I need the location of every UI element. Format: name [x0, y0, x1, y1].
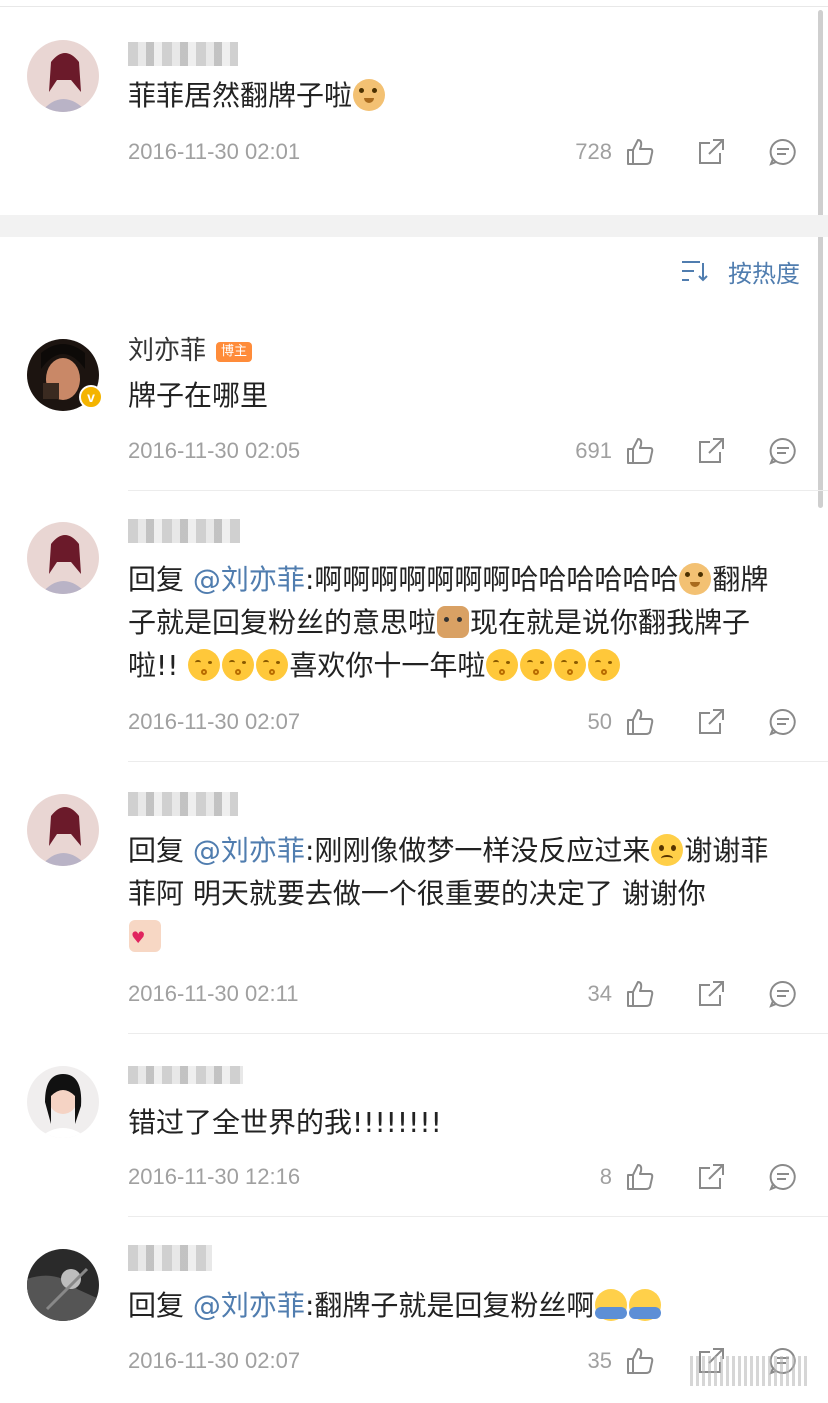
hug-emoji-icon: [629, 1289, 662, 1321]
avatar[interactable]: [27, 794, 99, 866]
comment-text: 菲菲居然翻牌子啦: [128, 74, 793, 117]
reply-time: 2016-11-30 02:07: [128, 1348, 301, 1373]
share-icon[interactable]: [696, 137, 726, 167]
thumbs-up-icon[interactable]: [625, 1346, 655, 1376]
reply-time: 2016-11-30 02:11: [128, 981, 299, 1006]
reply-text: 回复 @刘亦菲:翻牌子就是回复粉丝啊: [128, 1284, 793, 1327]
cat-emoji-icon: [437, 606, 470, 638]
scrollbar[interactable]: [818, 10, 823, 508]
comment-text-content: 菲菲居然翻牌子啦: [128, 79, 353, 112]
hug-emoji-icon: [595, 1289, 628, 1321]
reply-text: 错过了全世界的我!!!!!!!!: [128, 1106, 442, 1139]
sort-label: 按热度: [728, 259, 800, 288]
mention-link[interactable]: @刘亦菲: [193, 1289, 305, 1322]
doge-emoji-icon: [679, 563, 712, 595]
like-count: 691: [575, 438, 612, 463]
kiss-emoji-icon: [486, 649, 519, 681]
divider: [128, 490, 828, 491]
divider: [128, 1216, 828, 1217]
reply-time: 2016-11-30 12:16: [128, 1164, 301, 1189]
comment-icon[interactable]: [768, 979, 798, 1009]
thumbs-up-icon[interactable]: [625, 707, 655, 737]
thumbs-up-icon[interactable]: [625, 137, 655, 167]
username-blurred[interactable]: [128, 1066, 243, 1084]
author-tag: 博主: [216, 342, 253, 362]
username-blurred[interactable]: [128, 1245, 212, 1271]
reply-prefix: 回复: [128, 563, 185, 596]
kiss-emoji-icon: [222, 649, 255, 681]
reply-time: 2016-11-30 02:07: [128, 709, 301, 734]
verified-badge-icon: [79, 385, 103, 409]
kiss-emoji-icon: [256, 649, 289, 681]
mention-link[interactable]: @刘亦菲: [193, 563, 305, 596]
comment-time: 2016-11-30 02:01: [128, 139, 301, 164]
username-text[interactable]: 刘亦菲: [128, 336, 206, 366]
kiss-emoji-icon: [588, 649, 621, 681]
divider: [128, 1033, 828, 1034]
sort-icon: [682, 261, 708, 282]
reply-prefix: 回复: [128, 834, 185, 867]
comment-icon[interactable]: [768, 1162, 798, 1192]
reply-time: 2016-11-30 02:05: [128, 438, 301, 463]
reply-text: 回复 @刘亦菲:刚刚像做梦一样没反应过来 谢谢菲菲阿 明天就要去做一个很重要的决定…: [128, 829, 793, 958]
share-icon[interactable]: [696, 436, 726, 466]
reply-text-part: :啊啊啊啊啊啊啊哈哈哈哈哈哈: [304, 563, 679, 596]
comment-icon[interactable]: [768, 137, 798, 167]
share-icon[interactable]: [696, 1162, 726, 1192]
share-icon[interactable]: [696, 707, 726, 737]
like-count: 34: [587, 981, 612, 1006]
username-blurred[interactable]: [128, 792, 238, 816]
comment-icon[interactable]: [768, 707, 798, 737]
kiss-emoji-icon: [520, 649, 553, 681]
reply-text: 牌子在哪里: [128, 379, 269, 412]
kiss-emoji-icon: [554, 649, 587, 681]
reply-text-part: :翻牌子就是回复粉丝啊: [304, 1289, 595, 1322]
thumbs-up-icon[interactable]: [625, 1162, 655, 1192]
comment-icon[interactable]: [768, 436, 798, 466]
reply-text-part: :刚刚像做梦一样没反应过来: [304, 834, 651, 867]
thumbs-up-icon[interactable]: [625, 979, 655, 1009]
avatar[interactable]: [27, 40, 99, 112]
reply-prefix: 回复: [128, 1289, 185, 1322]
watermark: [690, 1356, 810, 1386]
username-blurred[interactable]: [128, 42, 238, 66]
reply-text: 回复 @刘亦菲:啊啊啊啊啊啊啊哈哈哈哈哈哈 翻牌子就是回复粉丝的意思啦 现在就是说你…: [128, 558, 793, 687]
avatar[interactable]: [27, 1249, 99, 1321]
reply-text-part: 喜欢你十一年啦: [289, 649, 486, 682]
avatar[interactable]: [27, 1066, 99, 1138]
username-blurred[interactable]: [128, 519, 240, 543]
thumbs-up-icon[interactable]: [625, 436, 655, 466]
avatar[interactable]: [27, 522, 99, 594]
like-count: 35: [587, 1348, 612, 1373]
like-count: 50: [587, 709, 612, 734]
kiss-emoji-icon: [188, 649, 221, 681]
like-count: 8: [599, 1164, 612, 1189]
heart-emoji-icon: [129, 920, 161, 952]
username[interactable]: 刘亦菲 博主: [128, 336, 253, 366]
mention-link[interactable]: @刘亦菲: [193, 834, 305, 867]
share-icon[interactable]: [696, 979, 726, 1009]
top-divider: [0, 6, 828, 7]
sad-emoji-icon: [651, 834, 684, 866]
divider: [128, 761, 828, 762]
section-separator: [0, 215, 828, 237]
doge-emoji-icon: [353, 79, 386, 111]
sort-toggle[interactable]: 按热度: [680, 255, 800, 288]
like-count: 728: [575, 139, 612, 164]
